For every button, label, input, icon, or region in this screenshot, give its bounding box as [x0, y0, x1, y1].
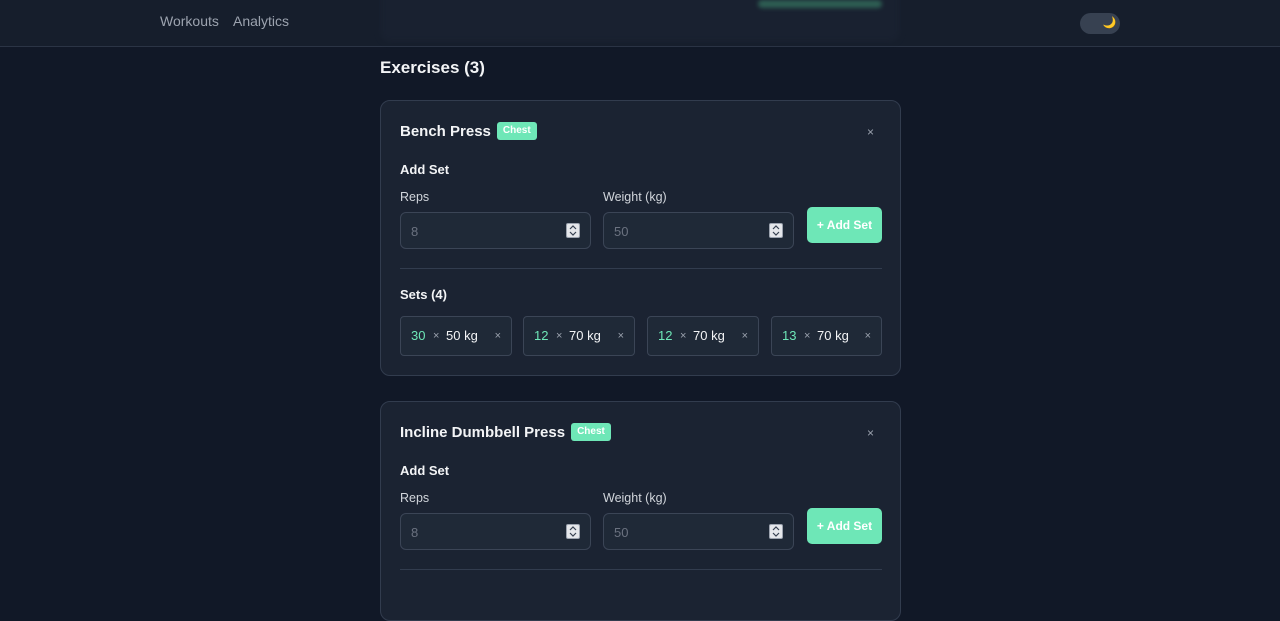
set-weight: 70 kg	[693, 328, 725, 343]
set-chip: 12 × 70 kg ×	[647, 316, 759, 356]
muscle-group-badge: Chest	[571, 423, 611, 441]
remove-set-button[interactable]: ×	[742, 330, 748, 342]
exercise-name: Incline Dumbbell Press	[400, 423, 566, 441]
set-chip: 13 × 70 kg ×	[771, 316, 882, 356]
exercise-card: Bench Press Chest × Add Set Reps Weight …	[380, 100, 901, 376]
remove-set-button[interactable]: ×	[495, 330, 501, 342]
remove-set-button[interactable]: ×	[865, 330, 871, 342]
top-nav: Workouts Analytics 🌙	[0, 0, 1280, 47]
set-reps: 30	[411, 328, 426, 343]
weight-placeholder: 50	[614, 525, 629, 540]
set-reps: 12	[658, 328, 673, 343]
add-set-button[interactable]: + Add Set	[807, 207, 882, 243]
set-weight: 50 kg	[446, 328, 478, 343]
add-set-heading: Add Set	[400, 463, 450, 478]
theme-toggle[interactable]: 🌙	[1080, 13, 1120, 34]
remove-exercise-button[interactable]: ×	[867, 125, 874, 139]
reps-input[interactable]: 8	[400, 212, 591, 249]
muscle-group-badge: Chest	[496, 122, 537, 140]
weight-placeholder: 50	[614, 224, 629, 239]
add-set-button[interactable]: + Add Set	[807, 508, 882, 544]
times-sign: ×	[433, 330, 440, 342]
divider	[400, 268, 882, 269]
nav-link-analytics[interactable]: Analytics	[233, 13, 289, 29]
weight-input[interactable]: 50	[603, 212, 794, 249]
spinner-arrows-icon	[569, 526, 577, 537]
spinner-arrows-icon	[772, 225, 780, 236]
set-weight: 70 kg	[569, 328, 601, 343]
exercise-name: Bench Press	[400, 122, 491, 140]
reps-spinner[interactable]	[566, 223, 580, 238]
scrolled-header-button	[758, 0, 882, 8]
moon-icon: 🌙	[1102, 17, 1117, 29]
exercise-card: Incline Dumbbell Press Chest × Add Set R…	[380, 401, 901, 621]
section-title: Exercises (3)	[380, 58, 485, 77]
reps-label: Reps	[400, 491, 430, 505]
add-set-heading: Add Set	[400, 162, 450, 177]
times-sign: ×	[556, 330, 563, 342]
spinner-arrows-icon	[772, 526, 780, 537]
set-reps: 12	[534, 328, 549, 343]
spinner-arrows-icon	[569, 225, 577, 236]
nav-link-workouts[interactable]: Workouts	[160, 13, 219, 29]
reps-spinner[interactable]	[566, 524, 580, 539]
reps-placeholder: 8	[411, 224, 419, 239]
times-sign: ×	[804, 330, 811, 342]
set-reps: 13	[782, 328, 797, 343]
weight-spinner[interactable]	[769, 524, 783, 539]
sets-heading: Sets (4)	[400, 287, 447, 302]
set-chip: 12 × 70 kg ×	[523, 316, 635, 356]
weight-label: Weight (kg)	[603, 190, 667, 204]
set-chip: 30 × 50 kg ×	[400, 316, 512, 356]
weight-input[interactable]: 50	[603, 513, 794, 550]
remove-exercise-button[interactable]: ×	[867, 426, 874, 440]
weight-label: Weight (kg)	[603, 491, 667, 505]
divider	[400, 569, 882, 570]
remove-set-button[interactable]: ×	[618, 330, 624, 342]
reps-input[interactable]: 8	[400, 513, 591, 550]
weight-spinner[interactable]	[769, 223, 783, 238]
exercise-header: Incline Dumbbell Press Chest	[400, 423, 611, 441]
reps-label: Reps	[400, 190, 430, 204]
exercise-header: Bench Press Chest	[400, 122, 537, 140]
times-sign: ×	[680, 330, 687, 342]
set-weight: 70 kg	[817, 328, 849, 343]
reps-placeholder: 8	[411, 525, 419, 540]
